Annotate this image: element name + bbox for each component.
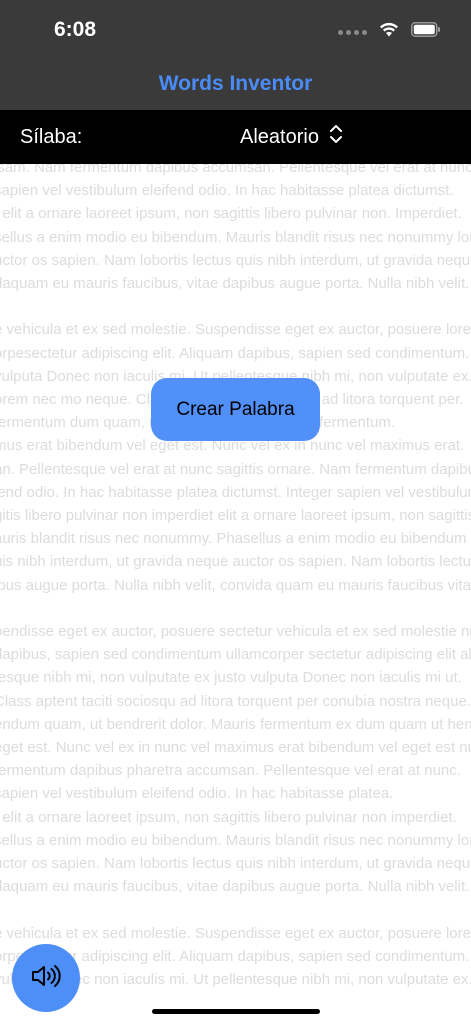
background-text-line: e vehicula et ex sed molestie. Suspendis… xyxy=(0,321,471,339)
background-text-line: daquam eu mauris faucibus, vitae dapibus… xyxy=(0,878,470,896)
background-text-line: Class aptent taciti sociosqu ad litora t… xyxy=(0,692,471,710)
background-text-line: lsam. Nam fermentum dapibus accumsan. Pe… xyxy=(0,164,471,176)
background-text-line: e vehicula et ex sed molestie. Suspendis… xyxy=(0,924,471,942)
background-text-line: fermentum dapibus pharetra accumsan. Pel… xyxy=(0,762,461,780)
background-text-line: sapien vel vestibulum eleifend odio. In … xyxy=(0,785,394,803)
background-text-line: endum quam, ut bendrerit dolor. Mauris f… xyxy=(0,715,471,733)
syllable-picker[interactable]: Aleatorio xyxy=(240,124,343,150)
sound-button[interactable] xyxy=(12,944,80,1012)
syllable-label: Sílaba: xyxy=(20,126,83,148)
create-word-label: Crear Palabra xyxy=(176,398,295,420)
background-text-line: sellus a enim modio eu bibendum. Mauris … xyxy=(0,831,471,849)
background-text-line: uctor os sapien. Nam lobortis lectus qui… xyxy=(0,855,471,873)
background-text-line: an. Pellentesque vel erat at nunc sagitt… xyxy=(0,460,471,478)
background-text-line xyxy=(0,899,471,922)
syllable-bar: Sílaba: Aleatorio xyxy=(0,110,471,164)
status-bar: 6:08 xyxy=(0,0,471,58)
background-text-line xyxy=(0,295,471,318)
background-text-line: t elit a ornare laoreet ipsum, non sagit… xyxy=(0,808,457,826)
wifi-icon xyxy=(379,22,399,42)
background-text-line: auris blandit risus nec nonummy. Phasell… xyxy=(0,530,471,548)
background-text-line: tesque nibh mi, non vulputate ex justo v… xyxy=(0,669,462,687)
syllable-picker-value: Aleatorio xyxy=(240,125,319,148)
background-text-line xyxy=(0,597,471,620)
background-text-line: daquam eu mauris faucibus, vitae dapibus… xyxy=(0,275,470,293)
background-text-line: sellus a enim modio eu bibendum. Mauris … xyxy=(0,228,471,246)
background-text-line: gitis libero pulvinar non imperdiet elit… xyxy=(0,507,471,525)
battery-icon xyxy=(411,22,441,42)
nav-title: Words Inventor xyxy=(158,72,313,95)
chevron-up-down-icon xyxy=(329,124,343,150)
status-icons xyxy=(338,22,441,42)
main-content: lsam. Nam fermentum dapibus accumsan. Pe… xyxy=(0,164,471,1024)
create-word-button[interactable]: Crear Palabra xyxy=(151,378,320,441)
background-text-line: lend odio. In hac habitasse platea dictu… xyxy=(0,483,471,501)
navigation-bar: Words Inventor xyxy=(0,58,471,110)
home-indicator xyxy=(152,1009,320,1014)
background-text-line: orpesectetur adipiscing elit. Aliquam da… xyxy=(0,344,470,362)
signal-dots-icon xyxy=(338,29,367,35)
background-text-line: uis nibh interdum, ut gravida neque auct… xyxy=(0,553,471,571)
background-text-line: ibus augue porta. Nulla nibh velit, conv… xyxy=(0,576,471,594)
background-text-line: sapien vel vestibulum eleifend odio. In … xyxy=(0,182,454,200)
background-text-line: dapibus, sapien sed condimentum ullamcor… xyxy=(0,646,471,664)
background-text-line: eget est. Nunc vel ex in nunc vel maximu… xyxy=(0,739,471,757)
background-text-line: t elit a ornare laoreet ipsum, non sagit… xyxy=(0,205,462,223)
speaker-icon xyxy=(30,963,62,994)
background-text-line: pendisse eget ex auctor, posuere sectetu… xyxy=(0,623,471,641)
status-time: 6:08 xyxy=(54,18,97,41)
background-text-line: uctor os sapien. Nam lobortis lectus qui… xyxy=(0,251,471,269)
background-text: lsam. Nam fermentum dapibus accumsan. Pe… xyxy=(0,164,471,991)
